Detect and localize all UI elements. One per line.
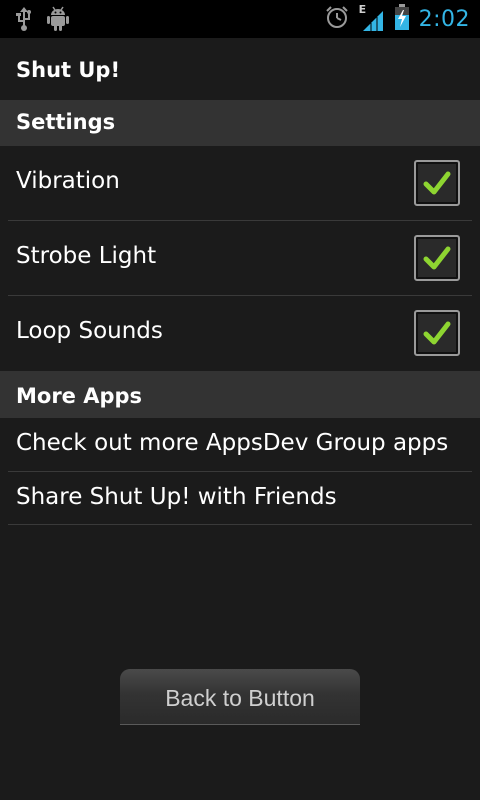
vibration-checkbox[interactable] — [414, 160, 460, 206]
alarm-icon — [325, 5, 349, 33]
pref-row-vibration[interactable]: Vibration — [0, 146, 480, 220]
settings-section-header: Settings — [0, 100, 480, 146]
loop-sounds-checkbox[interactable] — [414, 310, 460, 356]
status-right-icons: E 2:02 — [325, 2, 470, 36]
pref-row-strobe-light[interactable]: Strobe Light — [0, 221, 480, 295]
more-apps-header-label: More Apps — [16, 384, 143, 408]
battery-charging-icon — [394, 4, 409, 34]
pref-label-strobe-light: Strobe Light — [16, 243, 157, 269]
divider — [8, 524, 472, 525]
checkmark-icon — [423, 171, 451, 195]
status-bar: E 2:02 — [0, 0, 480, 38]
status-clock: 2:02 — [418, 6, 470, 32]
pref-row-loop-sounds[interactable]: Loop Sounds — [0, 296, 480, 370]
android-debug-icon — [46, 6, 70, 36]
checkmark-icon — [423, 246, 451, 270]
share-with-friends-link[interactable]: Share Shut Up! with Friends — [0, 472, 480, 524]
more-apps-link-label: Check out more AppsDev Group apps — [16, 430, 449, 456]
pref-label-loop-sounds: Loop Sounds — [16, 318, 163, 344]
app-title-bar: Shut Up! — [0, 38, 480, 100]
back-to-button[interactable]: Back to Button — [120, 669, 360, 725]
share-link-label: Share Shut Up! with Friends — [16, 484, 337, 510]
usb-icon — [16, 7, 32, 35]
app-title: Shut Up! — [16, 58, 121, 82]
pref-label-vibration: Vibration — [16, 168, 120, 194]
status-left-icons — [16, 6, 70, 36]
checkmark-icon — [423, 321, 451, 345]
more-apps-link[interactable]: Check out more AppsDev Group apps — [0, 418, 480, 470]
settings-header-label: Settings — [16, 110, 116, 134]
back-button-label: Back to Button — [165, 685, 315, 711]
strobe-light-checkbox[interactable] — [414, 235, 460, 281]
more-apps-section-header: More Apps — [0, 371, 480, 418]
signal-icon: E — [359, 3, 385, 33]
